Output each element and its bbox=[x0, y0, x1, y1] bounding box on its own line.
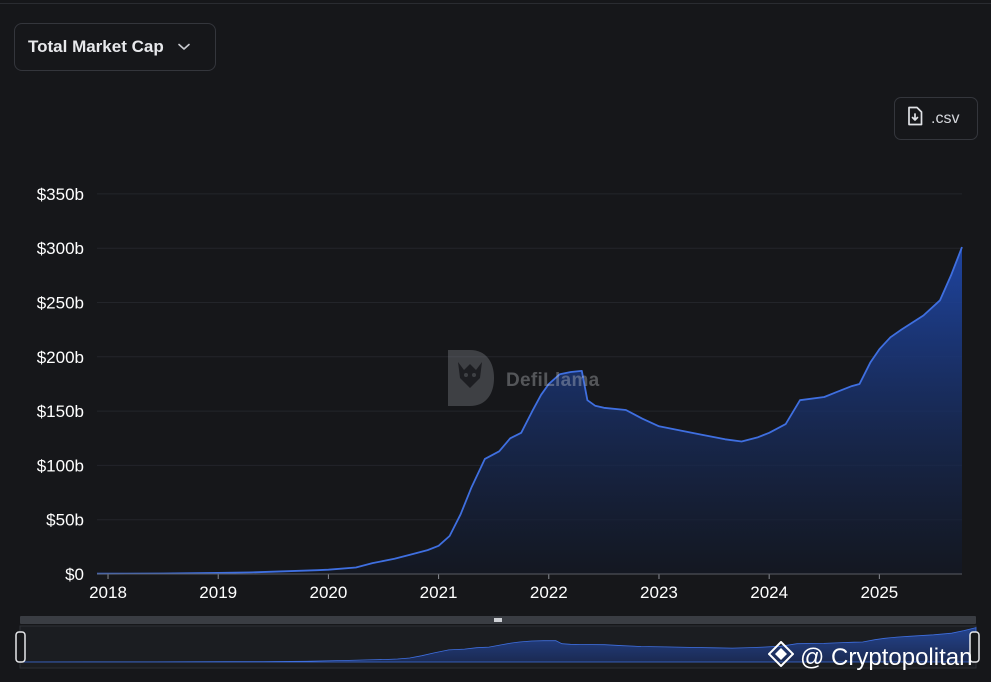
x-tick-label: 2024 bbox=[750, 583, 788, 602]
y-tick-label: $150b bbox=[37, 402, 84, 421]
cryptopolitan-diamond-icon bbox=[767, 640, 795, 674]
x-tick-label: 2025 bbox=[860, 583, 898, 602]
market-cap-chart: $0 $50b $100b $150b $200b $250b $300b $350b 2018… bbox=[15, 185, 980, 669]
y-tick-label: $0 bbox=[65, 565, 84, 584]
y-tick-label: $200b bbox=[37, 348, 84, 367]
y-tick-label: $300b bbox=[37, 239, 84, 258]
llama-logo-icon bbox=[444, 348, 496, 413]
x-tick-label: 2020 bbox=[309, 583, 347, 602]
y-tick-label: $350b bbox=[37, 185, 84, 204]
range-slider-grip-icon[interactable] bbox=[494, 618, 502, 622]
x-tick-label: 2018 bbox=[89, 583, 127, 602]
range-handle-left[interactable] bbox=[15, 631, 26, 663]
y-tick-label: $250b bbox=[37, 294, 84, 313]
defillama-watermark: DefiLlama bbox=[444, 348, 600, 413]
x-tick-label: 2022 bbox=[530, 583, 568, 602]
cryptopolitan-brand: @ Cryptopolitan bbox=[767, 640, 973, 674]
x-tick-label: 2023 bbox=[640, 583, 678, 602]
y-tick-label: $50b bbox=[46, 511, 84, 530]
watermark-text: DefiLlama bbox=[506, 369, 600, 391]
y-tick-label: $100b bbox=[37, 456, 84, 475]
brand-text: @ Cryptopolitan bbox=[800, 643, 973, 671]
x-tick-label: 2019 bbox=[199, 583, 237, 602]
x-tick-label: 2021 bbox=[420, 583, 458, 602]
